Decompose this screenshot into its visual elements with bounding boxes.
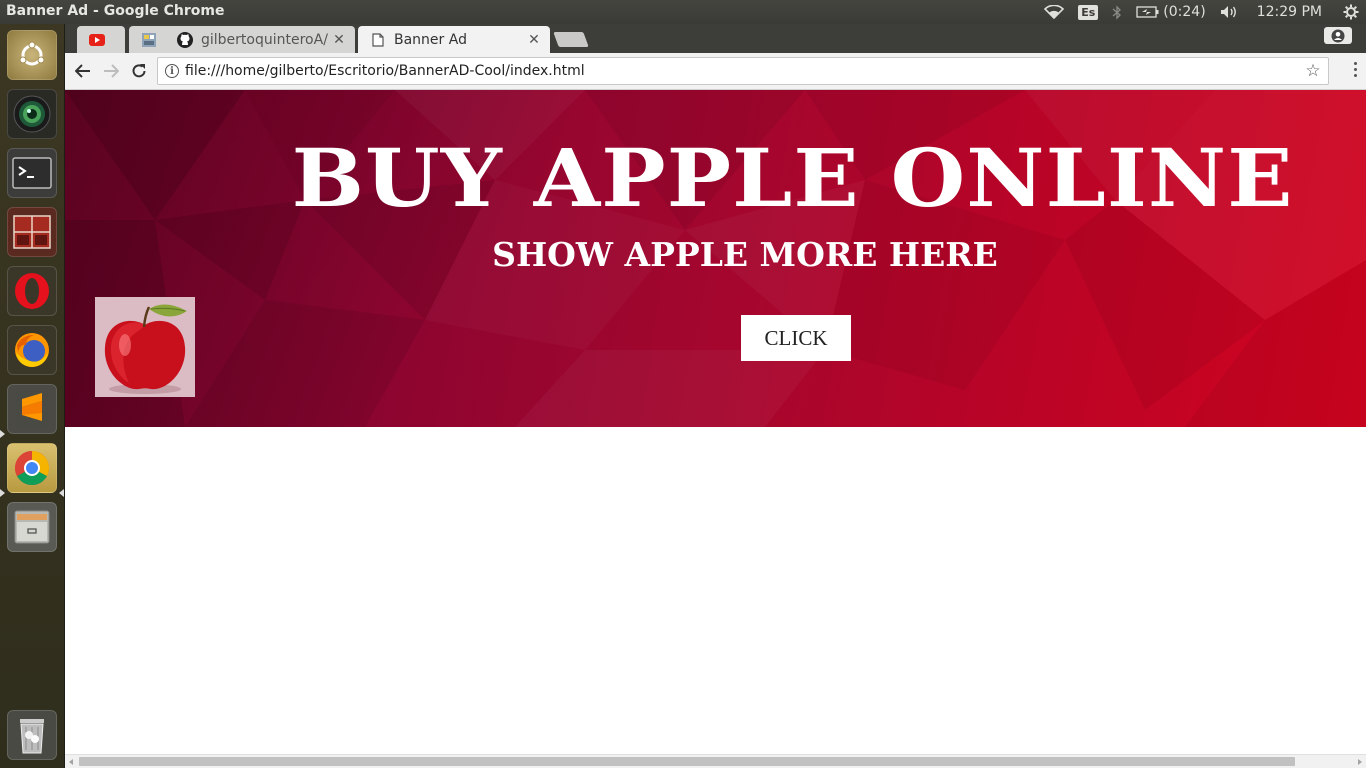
bookmark-star-icon[interactable]: ☆ xyxy=(1303,61,1323,81)
url-text[interactable]: file:///home/gilberto/Escritorio/BannerA… xyxy=(185,63,1303,79)
language-badge: Es xyxy=(1078,4,1099,20)
volume-icon[interactable] xyxy=(1213,0,1247,24)
window-title: Banner Ad - Google Chrome xyxy=(6,3,225,19)
keyboard-language-indicator[interactable]: Es xyxy=(1071,0,1105,24)
tab-close-icon[interactable]: ✕ xyxy=(331,32,347,48)
tab-github[interactable]: gilbertoquinteroA/ ✕ xyxy=(165,26,355,53)
apple-image xyxy=(95,297,195,397)
files-icon[interactable] xyxy=(7,502,57,552)
site-info-icon[interactable]: i xyxy=(165,64,179,78)
tab-youtube[interactable] xyxy=(77,26,125,53)
page-viewport: BUY APPLE ONLINE SHOW APPLE MORE HERE CL… xyxy=(65,90,1366,754)
browser-toolbar: i file:///home/gilberto/Escritorio/Banne… xyxy=(65,53,1366,90)
reload-icon[interactable] xyxy=(128,60,150,82)
new-tab-button[interactable] xyxy=(553,32,589,47)
tab-label: gilbertoquinteroA/ xyxy=(201,31,328,48)
battery-time: (0:24) xyxy=(1163,4,1206,20)
opera-icon[interactable] xyxy=(7,266,57,316)
github-icon xyxy=(177,31,193,48)
launcher-running-indicator xyxy=(0,430,5,438)
indicator-area: Es (0:24) 12:29 PM xyxy=(1037,0,1366,24)
back-icon[interactable] xyxy=(72,60,94,82)
top-panel: Banner Ad - Google Chrome Es (0:24) 12:2… xyxy=(0,0,1366,24)
launcher-focused-indicator xyxy=(59,489,64,497)
scroll-left-arrow-icon[interactable] xyxy=(69,759,73,765)
forward-icon[interactable] xyxy=(100,60,122,82)
bluetooth-icon[interactable] xyxy=(1105,0,1129,24)
banner-ad: BUY APPLE ONLINE SHOW APPLE MORE HERE CL… xyxy=(65,90,1366,427)
horizontal-scrollbar[interactable] xyxy=(65,754,1366,768)
firefox-icon[interactable] xyxy=(7,325,57,375)
click-button[interactable]: CLICK xyxy=(741,315,851,361)
chrome-icon[interactable] xyxy=(7,443,57,493)
profile-icon[interactable] xyxy=(1324,27,1352,44)
address-bar[interactable]: i file:///home/gilberto/Escritorio/Banne… xyxy=(157,57,1329,85)
sublime-text-icon[interactable] xyxy=(7,384,57,434)
ubuntu-dash-icon[interactable] xyxy=(7,30,57,80)
document-icon xyxy=(370,32,386,48)
trash-icon[interactable] xyxy=(7,710,57,760)
battery-indicator[interactable]: (0:24) xyxy=(1129,0,1212,24)
tab-close-icon[interactable]: ✕ xyxy=(526,32,542,48)
youtube-icon xyxy=(89,32,105,48)
scrollbar-thumb[interactable] xyxy=(79,757,1295,766)
launcher-running-indicator xyxy=(0,489,5,497)
clock[interactable]: 12:29 PM xyxy=(1247,0,1336,24)
unity-launcher xyxy=(0,24,65,768)
tab-strip: gilbertoquinteroA/ ✕ Banner Ad ✕ xyxy=(65,24,1366,53)
scroll-right-arrow-icon[interactable] xyxy=(1358,759,1362,765)
battery-icon xyxy=(1136,6,1159,18)
tab-banner-ad[interactable]: Banner Ad ✕ xyxy=(358,26,550,53)
wifi-icon[interactable] xyxy=(1037,0,1071,24)
banner-subtitle: SHOW APPLE MORE HERE xyxy=(492,235,998,274)
chrome-menu-icon[interactable] xyxy=(1352,62,1358,82)
terminal-icon[interactable] xyxy=(7,148,57,198)
page-icon xyxy=(141,32,157,48)
banner-title: BUY APPLE ONLINE xyxy=(291,131,1294,225)
tab-label: Banner Ad xyxy=(394,31,467,48)
camera-app-icon[interactable] xyxy=(7,89,57,139)
system-gear-icon[interactable] xyxy=(1336,0,1366,24)
workspace-switcher-icon[interactable] xyxy=(7,207,57,257)
